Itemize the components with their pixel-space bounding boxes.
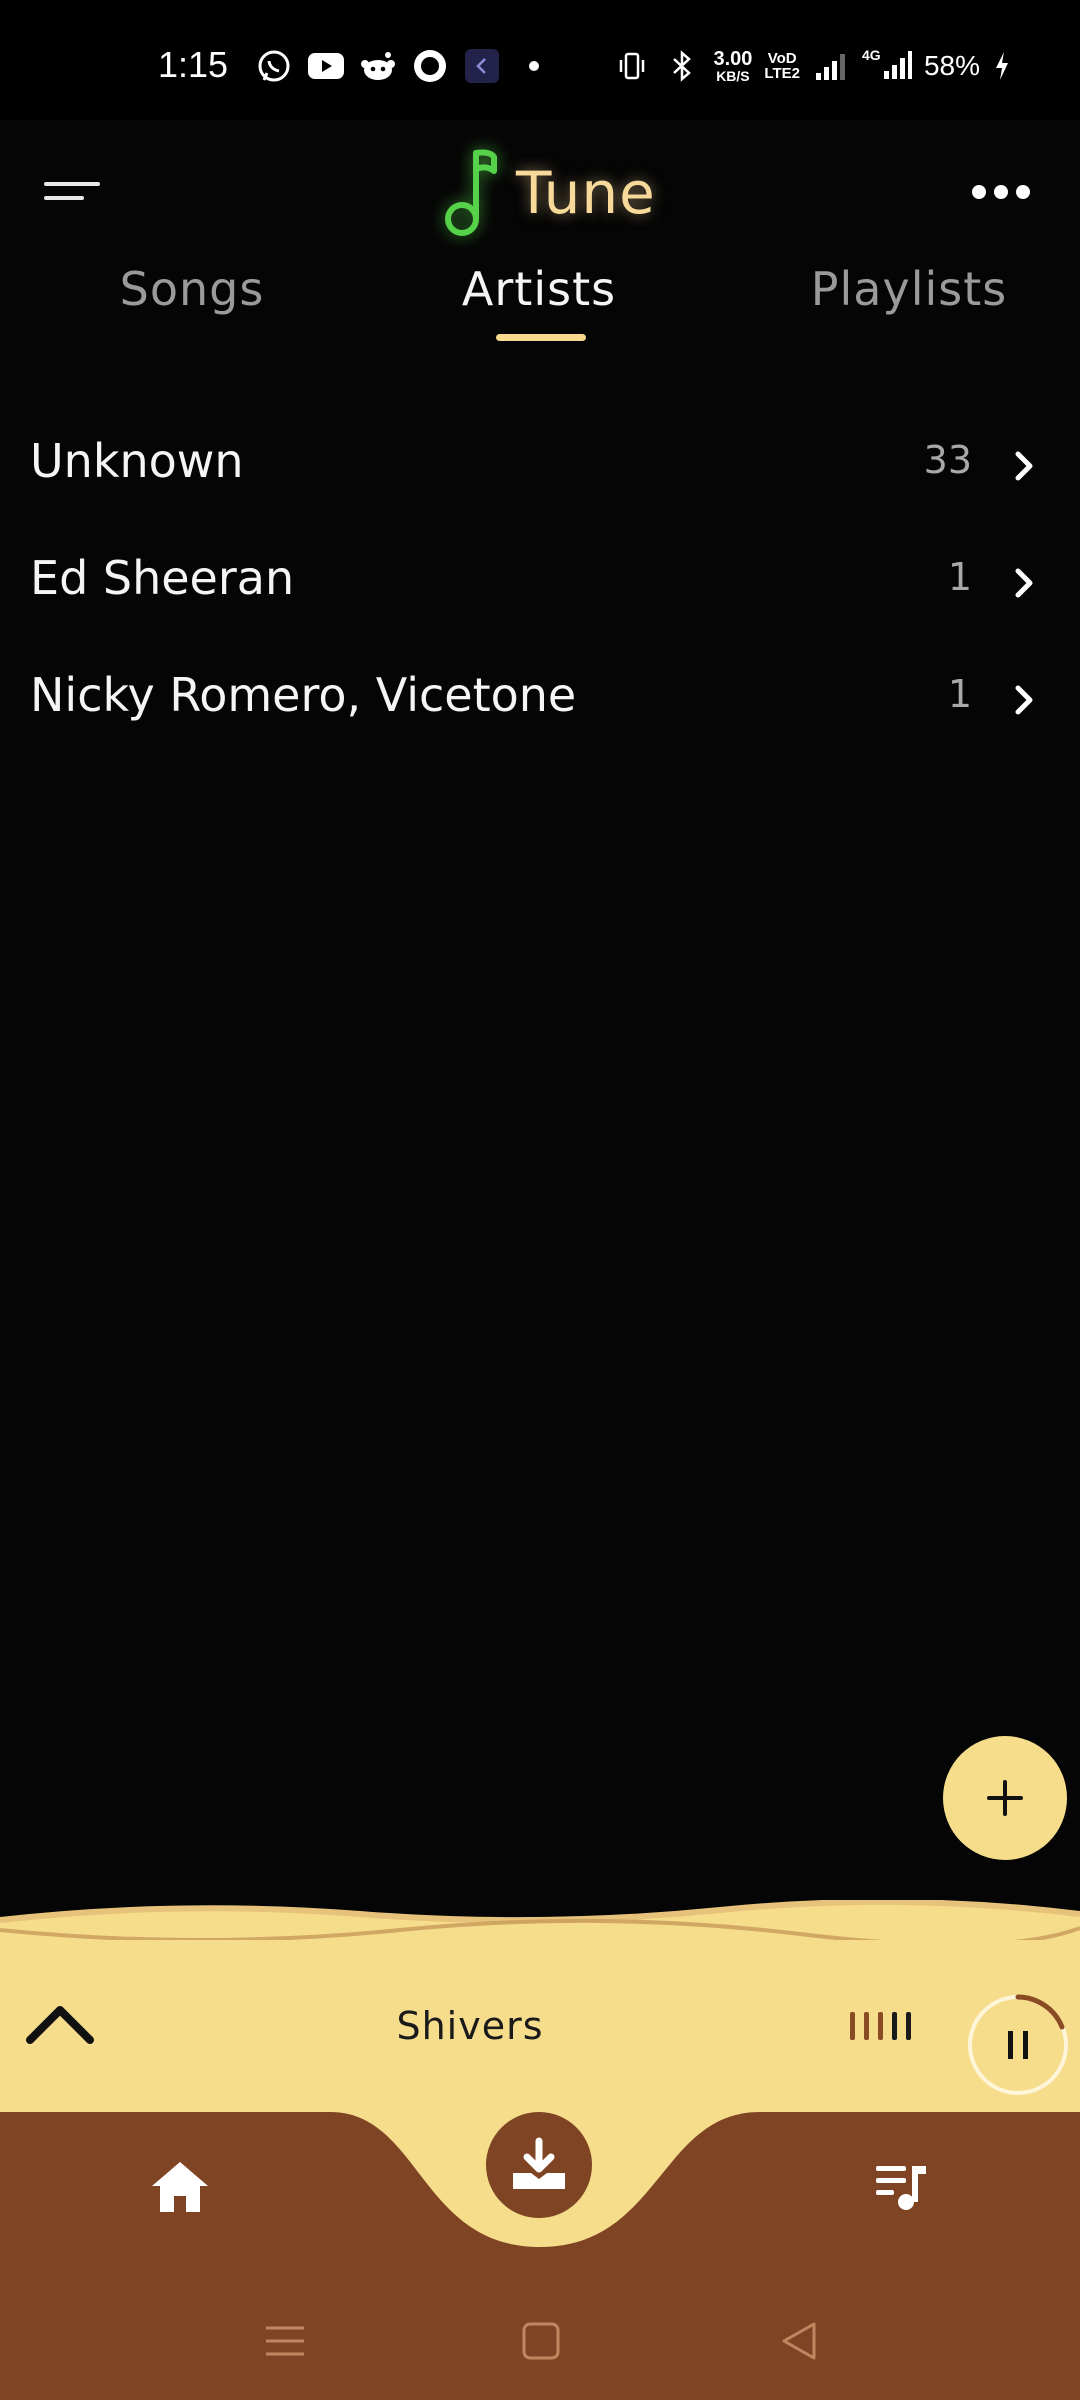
whatsapp-icon	[255, 47, 293, 85]
artist-name: Nicky Romero, Vicetone	[30, 668, 577, 722]
net-speed-unit: KB/S	[716, 68, 750, 84]
equalizer-icon	[850, 2012, 911, 2040]
notification-icons	[255, 44, 553, 88]
chevron-up-icon[interactable]	[24, 2000, 96, 2048]
status-right: 3.00 KB/S VoD LTE2 4G 58%	[613, 44, 1012, 88]
tab-songs[interactable]: Songs	[120, 262, 265, 316]
chevron-right-icon	[1015, 451, 1033, 481]
chevron-right-icon	[1015, 568, 1033, 598]
app-screen: 1:15 3.00 KB/S VoD LTE2 4G 58% Tune Song…	[0, 0, 1080, 2400]
vibrate-icon	[613, 47, 651, 85]
app-logo: Tune	[442, 145, 656, 241]
more-options-button[interactable]	[972, 180, 1032, 204]
artist-name: Ed Sheeran	[30, 551, 295, 605]
app-title: Tune	[516, 159, 656, 227]
tab-bar: Songs Artists Playlists	[0, 262, 1080, 342]
dot	[994, 185, 1008, 199]
download-button[interactable]	[486, 2112, 592, 2218]
status-bar: 1:15 3.00 KB/S VoD LTE2 4G 58%	[0, 0, 1080, 120]
artist-list: Unknown 33 Ed Sheeran 1 Nicky Romero, Vi…	[0, 410, 1080, 761]
pause-icon	[1008, 2031, 1013, 2059]
queue-music-icon[interactable]	[874, 2160, 930, 2212]
dot	[972, 185, 986, 199]
now-playing-title[interactable]: Shivers	[396, 2004, 543, 2048]
volte-indicator: VoD LTE2	[764, 51, 800, 81]
home-icon[interactable]	[148, 2158, 212, 2216]
signal-4g-icon: 4G	[862, 47, 912, 85]
system-nav-bar	[0, 2290, 1080, 2380]
menu-line	[44, 182, 100, 186]
dot-icon	[515, 47, 553, 85]
circle-app-icon	[411, 47, 449, 85]
artist-song-count: 33	[923, 438, 972, 482]
dot	[1016, 185, 1030, 199]
artist-row[interactable]: Unknown 33	[0, 410, 1080, 527]
back-triangle-icon[interactable]	[776, 2320, 822, 2362]
artist-name: Unknown	[30, 434, 244, 488]
network-label: 4G	[861, 47, 881, 63]
music-note-icon	[445, 149, 497, 236]
artist-row[interactable]: Nicky Romero, Vicetone 1	[0, 644, 1080, 761]
pause-button[interactable]	[966, 1993, 1070, 2097]
reddit-icon	[359, 47, 397, 85]
artist-song-count: 1	[947, 672, 972, 716]
net-speed: 3.00 KB/S	[713, 49, 752, 83]
artist-row[interactable]: Ed Sheeran 1	[0, 527, 1080, 644]
net-speed-value: 3.00	[713, 48, 753, 70]
active-tab-indicator	[496, 334, 586, 341]
signal-icon	[812, 47, 850, 85]
plus-icon	[987, 1780, 1023, 1816]
artist-song-count: 1	[947, 555, 972, 599]
menu-line	[44, 196, 84, 200]
volte-bottom: LTE2	[764, 65, 800, 82]
charging-icon	[992, 47, 1012, 85]
menu-icon[interactable]	[262, 2320, 308, 2362]
bluetooth-icon	[663, 47, 701, 85]
home-square-icon[interactable]	[518, 2320, 564, 2362]
battery-level: 58%	[923, 50, 980, 81]
status-time: 1:15	[158, 44, 229, 85]
tab-playlists[interactable]: Playlists	[811, 262, 1007, 316]
add-fab-button[interactable]	[943, 1736, 1067, 1860]
tab-artists[interactable]: Artists	[462, 262, 616, 316]
youtube-icon	[307, 47, 345, 85]
chevron-right-icon	[1015, 685, 1033, 715]
mini-player[interactable]: Shivers	[0, 1940, 1080, 2115]
menu-button[interactable]	[44, 178, 106, 208]
back-app-icon	[463, 47, 501, 85]
download-icon	[513, 2137, 565, 2189]
